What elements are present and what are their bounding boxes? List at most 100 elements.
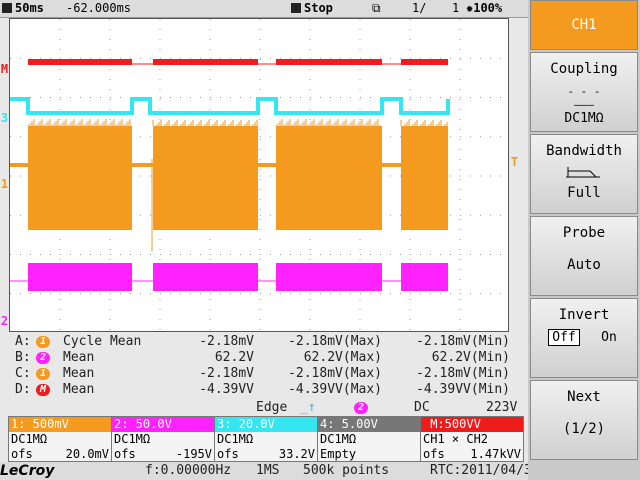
measurement-param: Mean — [63, 350, 95, 365]
ch2-burst — [276, 263, 382, 291]
ch2-marker: 2 — [0, 314, 9, 328]
math-trace — [28, 59, 132, 65]
math-trace — [276, 59, 382, 65]
math-trace — [401, 59, 448, 65]
probe-button[interactable]: Probe Auto — [530, 216, 638, 296]
measurement-row: D: M Mean -4.39VV -4.39VV(Max) -4.39VV(Min) — [0, 382, 528, 398]
measurement-value: -4.39VV — [199, 382, 254, 397]
invert-off-option[interactable]: Off — [548, 329, 580, 346]
measurement-param: Mean — [63, 382, 95, 397]
channel-badge: 2 — [34, 350, 52, 365]
invert-toggle[interactable]: Off On — [548, 329, 620, 346]
channel-box-5[interactable]: M:500VV CH1 × CH2 ofs 1.47kVV — [420, 416, 524, 462]
ch1-burst — [276, 126, 382, 230]
ch2-burst — [28, 263, 132, 291]
ch1-baseline — [382, 163, 401, 167]
coupling-button[interactable]: Coupling - - - ――― DC1MΩ — [530, 52, 638, 132]
measurement-min: -4.39VV(Min) — [416, 382, 510, 397]
channel-coupling: CH1 × CH2 — [423, 432, 489, 446]
ch1-marker: 1 — [0, 177, 9, 191]
channel-badge: 1 — [34, 366, 52, 381]
sample-rate: 1MS — [256, 463, 280, 478]
channel-offset: ofs -195V — [114, 447, 212, 461]
measurement-key: C: — [15, 366, 31, 381]
page-indicator: 1/ — [412, 1, 427, 15]
ch1-baseline — [258, 163, 276, 167]
measurement-min: -2.18mV(Min) — [416, 334, 510, 349]
ch1-burst — [401, 126, 448, 230]
channel-box-1[interactable]: 1: 500mV DC1MΩ ofs 20.0mV — [8, 416, 112, 462]
next-page-button[interactable]: Next (1/2) — [530, 380, 638, 460]
ch3-marker: 3 — [0, 111, 9, 125]
ch1-noise — [152, 120, 258, 126]
channel-coupling: DC1MΩ — [114, 432, 151, 446]
trigger-level-marker: T — [510, 155, 519, 169]
ch1-baseline — [132, 163, 153, 167]
waveform-display[interactable] — [9, 18, 509, 332]
channel-coupling: DC1MΩ — [320, 432, 357, 446]
ch1-noise — [27, 119, 131, 126]
ch1-noise — [400, 120, 448, 126]
frequency-readout: f:0.00000Hz — [145, 463, 232, 478]
channel-offset: ofs 33.2V — [217, 447, 315, 461]
measurement-max: -4.39VV(Max) — [288, 382, 382, 397]
measurement-key: A: — [15, 334, 31, 349]
record-length: 500k points — [303, 463, 390, 478]
ch1-menu-title[interactable]: CH1 — [530, 0, 638, 50]
battery-indicator: ✹100% — [466, 1, 503, 15]
trigger-source: 2 — [352, 400, 370, 415]
ch1-baseline — [10, 163, 28, 167]
measurement-max: -2.18mV(Max) — [288, 366, 382, 381]
channel-badge: 1 — [34, 334, 52, 349]
ch1-noise — [275, 119, 381, 126]
rising-edge-icon: _↑ — [300, 400, 316, 415]
invert-on-option[interactable]: On — [598, 330, 620, 345]
dc-coupling-icon: - - - ――― — [567, 85, 601, 111]
trigger-level: 223V — [486, 400, 518, 415]
measurement-panel: A: 1 Cycle Mean -2.18mV -2.18mV(Max) -2.18mV(… — [0, 334, 528, 402]
waveform-canvas — [10, 19, 508, 331]
channel-coupling: DC1MΩ — [11, 432, 48, 446]
brand-logo: LeCroy — [0, 463, 55, 479]
ch1-burst — [153, 126, 258, 230]
measurement-param: Mean — [63, 366, 95, 381]
measurement-max: 62.2V(Max) — [303, 350, 382, 365]
measurement-row: B: 2 Mean 62.2V 62.2V(Max) 62.2V(Min) — [0, 350, 528, 366]
run-state[interactable]: Stop — [291, 1, 333, 15]
invert-button[interactable]: Invert Off On — [530, 298, 638, 378]
measurement-value: 62.2V — [214, 350, 254, 365]
channel-box-4[interactable]: 4: 5.00V DC1MΩ Empty — [317, 416, 421, 462]
ch2-burst — [153, 263, 258, 291]
ch1-burst — [28, 126, 132, 230]
channel-box-3[interactable]: 3: 20.0V DC1MΩ ofs 33.2V — [214, 416, 318, 462]
channel-offset: ofs 20.0mV — [11, 447, 109, 461]
measurement-key: B: — [15, 350, 31, 365]
timebase-readout[interactable]: 50ms — [2, 1, 44, 15]
measurement-min: 62.2V(Min) — [431, 350, 510, 365]
page-indicator-2: 1 — [452, 1, 460, 15]
measurement-row: A: 1 Cycle Mean -2.18mV -2.18mV(Max) -2.18mV(… — [0, 334, 528, 350]
channel-box-2[interactable]: 2: 50.0V DC1MΩ ofs -195V — [111, 416, 215, 462]
math-marker: M — [0, 62, 9, 76]
channel-scale: M:500VV — [421, 417, 523, 432]
measurement-key: D: — [15, 382, 31, 397]
channel-offset: ofs 1.47kVV — [423, 447, 521, 461]
stop-icon — [291, 3, 301, 13]
measurement-value: -2.18mV — [199, 366, 254, 381]
delay-readout[interactable]: -62.000ms — [66, 1, 131, 15]
measurement-min: -2.18mV(Min) — [416, 366, 510, 381]
measurement-value: -2.18mV — [199, 334, 254, 349]
math-trace — [153, 59, 258, 65]
channel-scale: 3: 20.0V — [215, 417, 317, 432]
acquire-icon — [2, 3, 12, 13]
ch2-burst — [401, 263, 448, 291]
bandwidth-button[interactable]: Bandwidth Full — [530, 134, 638, 214]
trigger-info[interactable]: Edge _↑ 2 DC 223V — [0, 400, 528, 416]
trigger-type: Edge — [256, 400, 288, 415]
measurement-param: Cycle Mean — [63, 334, 142, 349]
channel-badge: M — [34, 382, 52, 397]
channel-scale: 2: 50.0V — [112, 417, 214, 432]
ch3-trace — [10, 97, 450, 115]
pages-icon: ⧉ — [372, 1, 381, 15]
trigger-coupling: DC — [414, 400, 430, 415]
